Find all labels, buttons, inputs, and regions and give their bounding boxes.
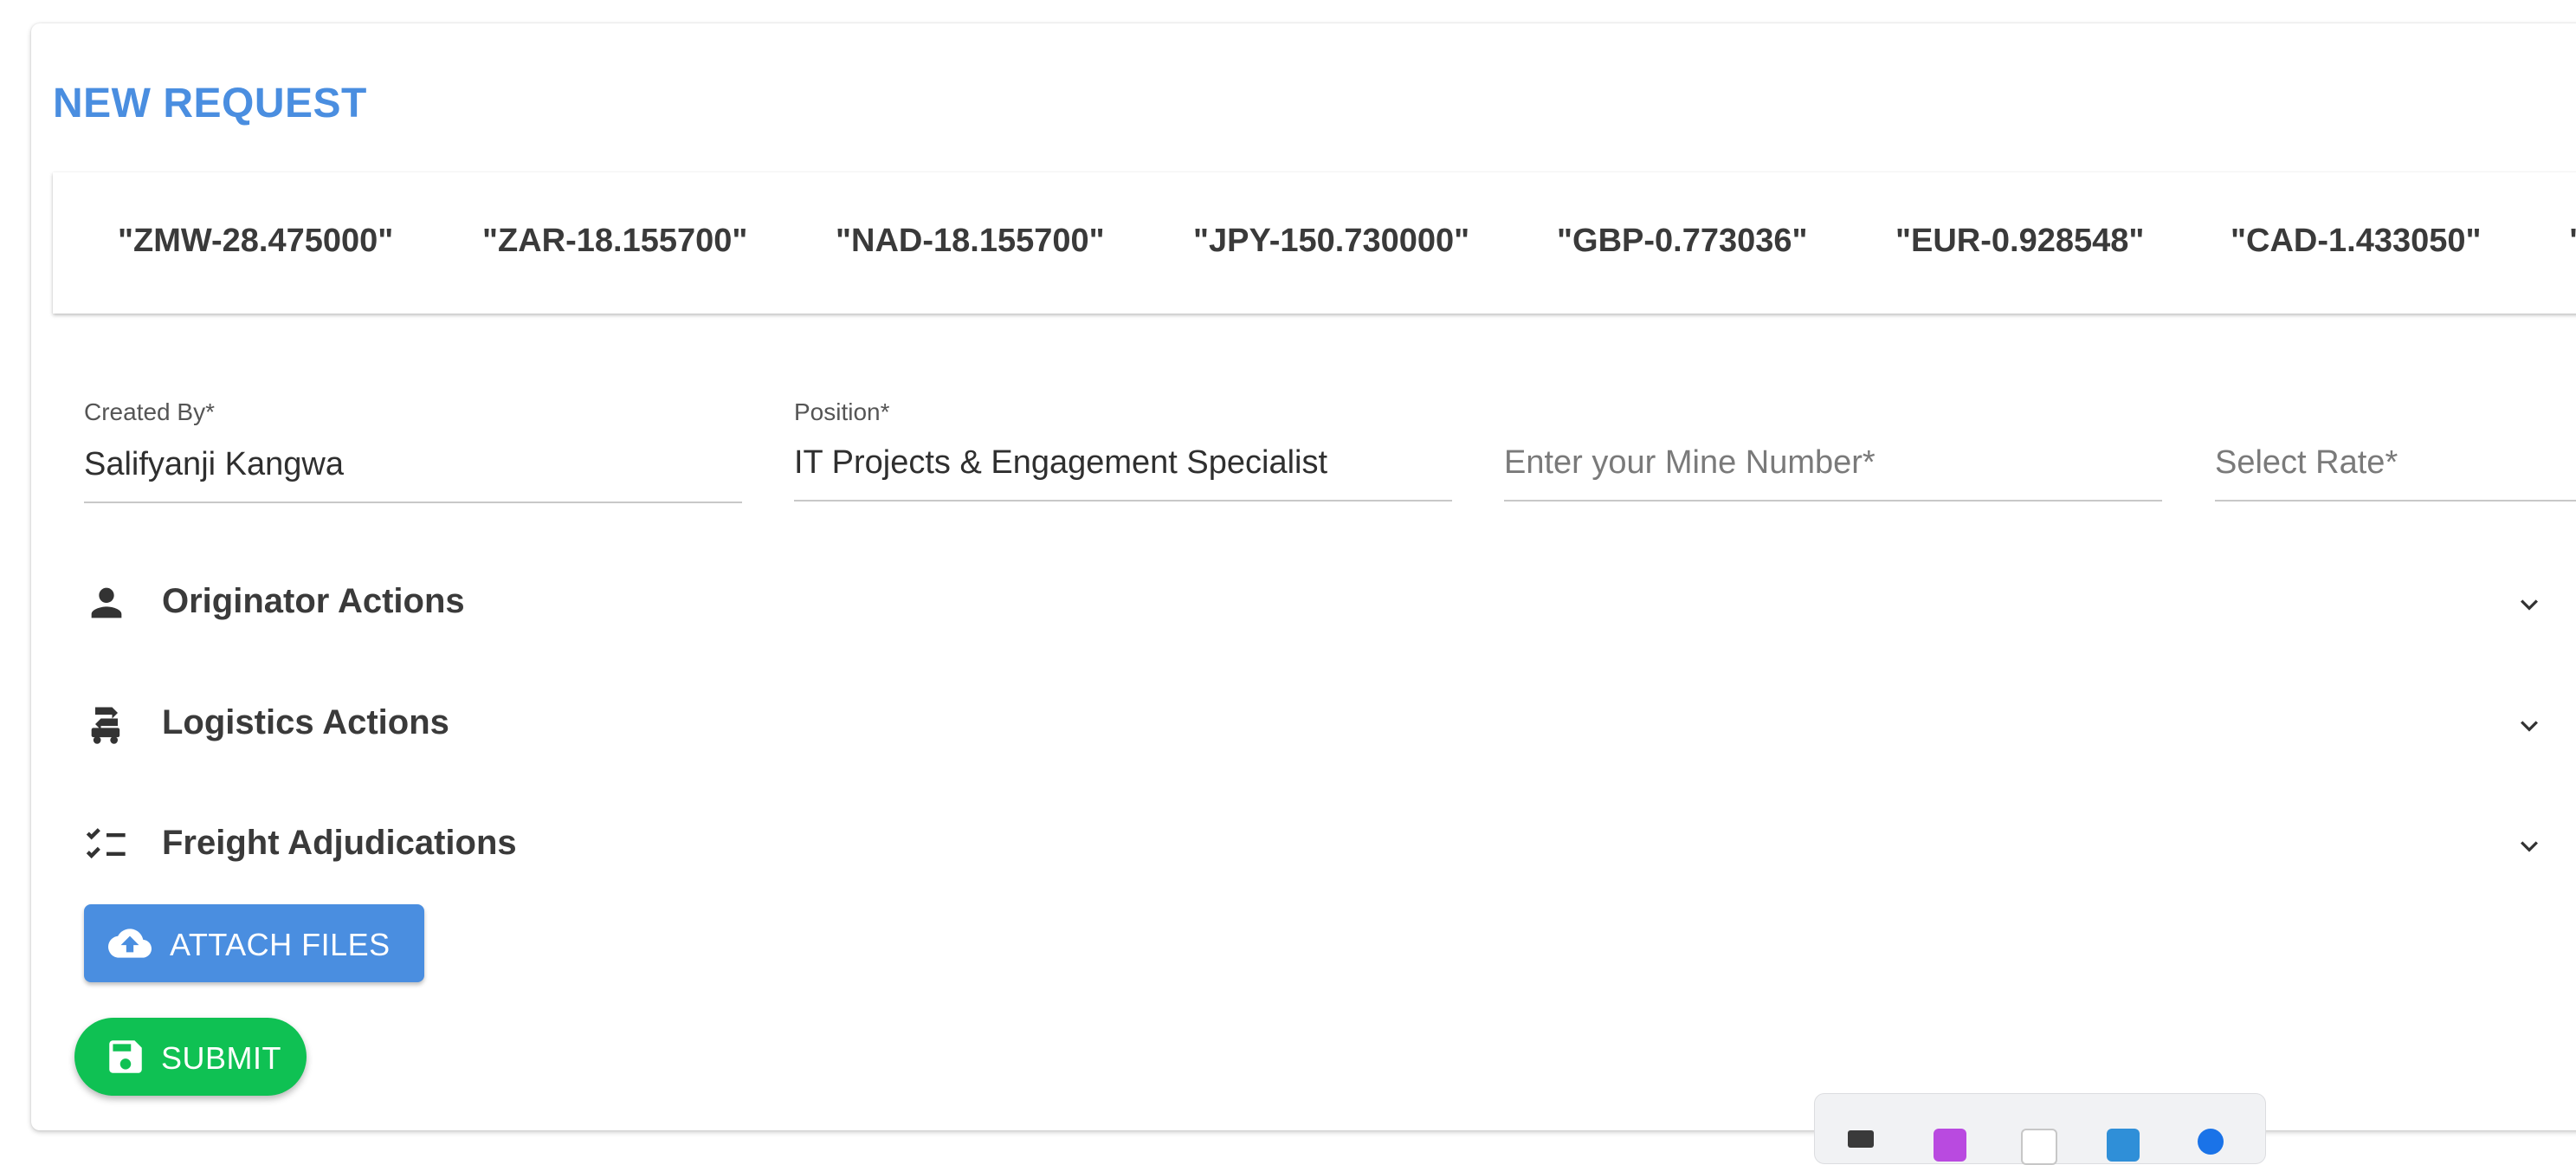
attach-files-button[interactable]: ATTACH FILES xyxy=(84,904,424,982)
section-title: Freight Adjudications xyxy=(162,824,517,862)
rate-item: "ZAR-18.155700" xyxy=(482,223,748,259)
created-by-value[interactable]: Salifyanji Kangwa xyxy=(84,446,742,483)
rate-item: "GBP-0.773036" xyxy=(1557,223,1808,259)
created-by-field: Created By* Salifyanji Kangwa xyxy=(84,398,742,504)
taskbar xyxy=(1814,1093,2266,1165)
position-value[interactable]: IT Projects & Engagement Specialist xyxy=(794,444,1452,482)
person-icon xyxy=(91,587,122,618)
section-title: Logistics Actions xyxy=(162,703,449,741)
logistics-actions-section[interactable]: Logistics Actions xyxy=(53,683,2564,760)
field-underline xyxy=(1504,500,2162,502)
app-icon[interactable] xyxy=(2198,1129,2224,1155)
save-icon xyxy=(109,1040,142,1073)
app-icon[interactable] xyxy=(2107,1129,2140,1162)
freight-adjudications-section[interactable]: Freight Adjudications xyxy=(53,803,2564,881)
created-by-label: Created By* xyxy=(84,398,215,425)
rate-item: " xyxy=(2569,223,2576,260)
position-label: Position* xyxy=(794,398,890,425)
cloud-upload-icon xyxy=(108,929,152,958)
chevron-down-icon[interactable] xyxy=(2512,829,2547,864)
truck-swap-icon xyxy=(91,707,120,744)
rate-item: "JPY-150.730000" xyxy=(1193,223,1470,259)
chevron-down-icon[interactable] xyxy=(2512,587,2547,622)
rate-item: "NAD-18.155700" xyxy=(836,223,1105,259)
originator-actions-section[interactable]: Originator Actions xyxy=(53,561,2564,639)
submit-button[interactable]: SUBMIT xyxy=(74,1018,307,1096)
rate-select[interactable] xyxy=(2215,444,2576,482)
position-field: Position* IT Projects & Engagement Speci… xyxy=(794,398,1452,504)
mine-number-input[interactable] xyxy=(1504,444,2162,482)
exchange-rate-ticker: "ZMW-28.475000" "ZAR-18.155700" "NAD-18.… xyxy=(53,172,2576,314)
section-title: Originator Actions xyxy=(162,582,465,620)
rate-select-field[interactable] xyxy=(2215,398,2576,504)
rate-item: "ZMW-28.475000" xyxy=(118,223,394,259)
attach-files-label: ATTACH FILES xyxy=(170,927,391,962)
field-underline xyxy=(84,502,742,503)
rate-item: "CAD-1.433050" xyxy=(2231,223,2482,259)
rate-item: "EUR-0.928548" xyxy=(1895,223,2145,259)
page-title: NEW REQUEST xyxy=(53,81,367,126)
app-icon[interactable] xyxy=(1934,1129,1966,1162)
mine-number-field xyxy=(1504,398,2162,504)
chevron-down-icon[interactable] xyxy=(2512,709,2547,743)
checklist-icon xyxy=(86,828,126,859)
app-icon[interactable] xyxy=(2021,1129,2057,1165)
field-underline xyxy=(794,500,1452,502)
submit-label: SUBMIT xyxy=(161,1040,282,1076)
field-underline xyxy=(2215,500,2576,502)
settings-icon[interactable] xyxy=(1848,1130,1874,1148)
